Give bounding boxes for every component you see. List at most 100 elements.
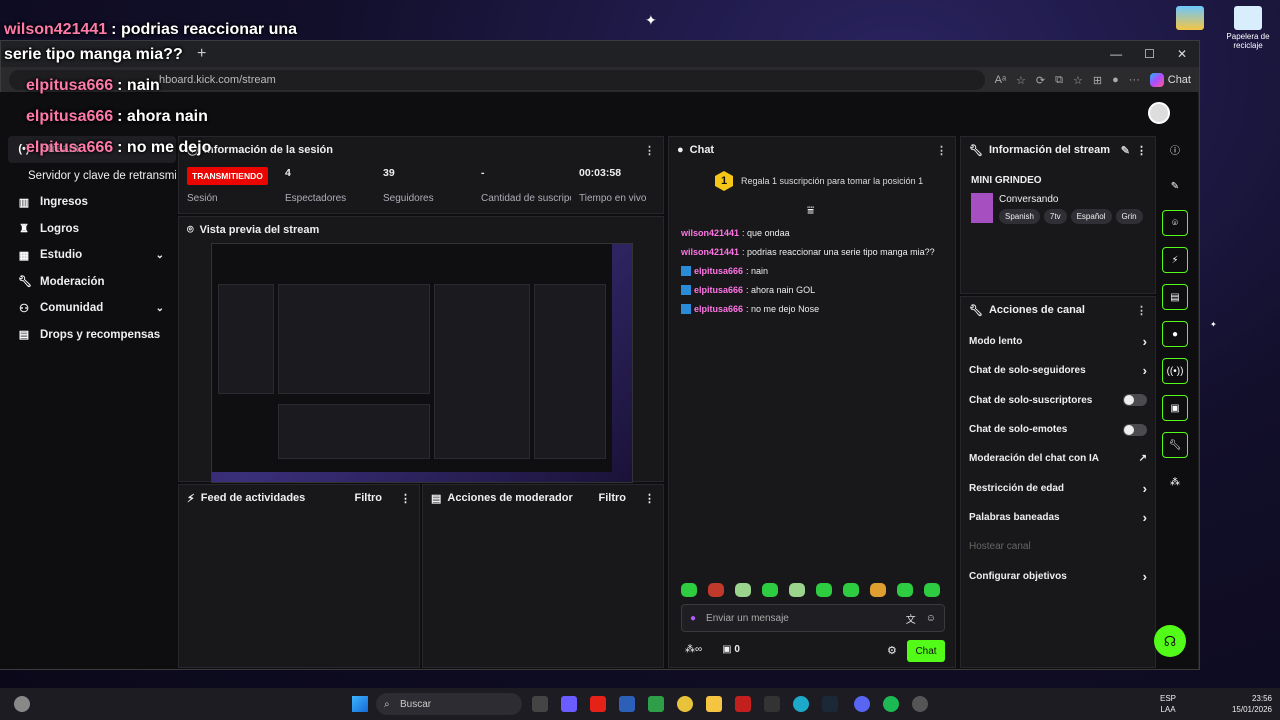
category-name[interactable]: Conversando (999, 194, 1058, 205)
support-button[interactable]: ☊ (1154, 625, 1186, 657)
steam-icon[interactable] (822, 696, 838, 712)
word-icon[interactable] (619, 696, 635, 712)
wrench-toggle-icon[interactable]: 🔧︎ (1162, 432, 1188, 458)
profile-icon[interactable]: ● (1112, 74, 1119, 86)
stream-preview-video[interactable] (211, 243, 633, 483)
action-ai-moderation[interactable]: Moderación del chat con IA ↗ (961, 444, 1155, 473)
task-view-icon[interactable] (532, 696, 548, 712)
sidebar-item-drops[interactable]: ▤ Drops y recompensas (8, 322, 176, 349)
action-slow-mode[interactable]: Modo lento › (961, 327, 1155, 356)
copilot-app-icon[interactable] (561, 696, 577, 712)
send-chat-button[interactable]: Chat (907, 640, 945, 662)
emote-icon[interactable] (816, 583, 832, 597)
emote-icon[interactable] (708, 583, 724, 597)
tag-chip[interactable]: 7tv (1043, 209, 1067, 224)
activity-toggle-icon[interactable]: ⚡︎ (1162, 247, 1188, 273)
more-options-icon[interactable]: ⋮ (1136, 144, 1147, 157)
youtube-icon[interactable] (590, 696, 606, 712)
emotes-only-toggle[interactable] (1123, 423, 1147, 436)
settings-icon[interactable]: ⚙ (887, 644, 897, 657)
emoji-icon[interactable]: ☺ (926, 613, 936, 624)
emote-icon[interactable] (843, 583, 859, 597)
system-clock[interactable]: 23:56 15/01/2026 (1232, 693, 1272, 715)
collections-icon[interactable]: ⊞ (1093, 74, 1102, 87)
read-aloud-icon[interactable]: Aᵃ (995, 74, 1006, 86)
sidebar-item-stream-key[interactable]: Servidor y clave de retransmisión (8, 163, 176, 190)
split-screen-icon[interactable]: ⧉ (1055, 74, 1063, 87)
add-widget-icon[interactable]: ⁂ (1162, 469, 1188, 495)
close-icon[interactable]: ✕ (1177, 47, 1187, 61)
more-icon[interactable]: ··· (1129, 74, 1140, 86)
emote-icon[interactable] (897, 583, 913, 597)
infinity-icon[interactable]: ⁂∞ (685, 644, 702, 655)
tag-chip[interactable]: Spanish (999, 209, 1040, 224)
action-age-restriction[interactable]: Restricción de edad › (961, 473, 1155, 502)
edit-icon[interactable]: ✎ (1162, 173, 1188, 199)
favorites-icon[interactable]: ☆ (1073, 74, 1083, 87)
tag-chip[interactable]: Español (1070, 209, 1112, 224)
subs-only-toggle[interactable] (1123, 394, 1147, 407)
emote-icon[interactable] (735, 583, 751, 597)
chat-username[interactable]: elpitusa666 (694, 285, 743, 295)
filter-button[interactable]: Filtro (355, 492, 383, 504)
minimize-icon[interactable]: — (1110, 47, 1122, 61)
microphone-icon[interactable]: ● (690, 613, 696, 624)
preview-toggle-icon[interactable]: ⌾ (1162, 210, 1188, 236)
tag-chip[interactable]: Grin (1115, 209, 1143, 224)
edit-icon[interactable]: ✎ (1121, 144, 1130, 157)
action-banned-words[interactable]: Palabras baneadas › (961, 503, 1155, 532)
chat-input[interactable]: ● Enviar un mensaje 文 ☺ (681, 604, 945, 632)
copilot-button[interactable]: Chat (1149, 73, 1191, 87)
sidebar-item-logros[interactable]: ♜ Logros (8, 216, 176, 243)
language-indicator[interactable]: ESP LAA (1160, 693, 1176, 715)
chrome-icon[interactable] (677, 696, 693, 712)
category-thumbnail[interactable] (971, 193, 993, 223)
mod-log-toggle-icon[interactable]: ▤ (1162, 284, 1188, 310)
more-options-icon[interactable]: ⋮ (644, 144, 655, 157)
chat-username[interactable]: elpitusa666 (694, 266, 743, 276)
more-options-icon[interactable]: ⋮ (644, 492, 655, 505)
translate-icon[interactable]: 文 (906, 611, 916, 626)
sidebar-item-ingresos[interactable]: ▥ Ingresos (8, 189, 176, 216)
favorite-icon[interactable]: ☆ (1016, 74, 1026, 87)
calendar-icon[interactable] (648, 696, 664, 712)
action-set-goals[interactable]: Configurar objetivos › (961, 561, 1155, 590)
obs-icon[interactable] (912, 696, 928, 712)
chat-toggle-icon[interactable]: ● (1162, 321, 1188, 347)
spotify-icon[interactable] (883, 696, 899, 712)
maximize-icon[interactable]: ☐ (1144, 47, 1155, 61)
chat-username[interactable]: wilson421441 (681, 228, 739, 238)
widgets-icon[interactable] (14, 696, 30, 712)
windows-start-icon[interactable] (352, 696, 368, 712)
emote-icon[interactable] (789, 583, 805, 597)
gift-leaderboard-banner[interactable]: 1 Regala 1 suscripción para tomar la pos… (715, 171, 923, 191)
collapse-icon[interactable]: ⩸ (807, 203, 814, 218)
action-followers-only[interactable]: Chat de solo-seguidores › (961, 356, 1155, 385)
sidebar-item-comunidad[interactable]: ⚇ Comunidad ⌄ (8, 295, 176, 322)
sidebar-item-moderacion[interactable]: 🔧︎ Moderación (8, 269, 176, 296)
emote-icon[interactable] (870, 583, 886, 597)
info-icon[interactable]: ⓘ (1162, 136, 1188, 162)
more-options-icon[interactable]: ⋮ (400, 492, 411, 505)
storage-toggle-icon[interactable]: ▣ (1162, 395, 1188, 421)
points-display[interactable]: ▣ 0 (722, 644, 740, 655)
file-explorer-icon[interactable] (706, 696, 722, 712)
taskbar-search[interactable]: ⌕ Buscar (376, 693, 522, 715)
chat-username[interactable]: elpitusa666 (694, 304, 743, 314)
extensions-icon[interactable]: ⟳ (1036, 74, 1045, 87)
more-options-icon[interactable]: ⋮ (936, 144, 947, 157)
more-options-icon[interactable]: ⋮ (1136, 304, 1147, 317)
emote-icon[interactable] (762, 583, 778, 597)
filter-button[interactable]: Filtro (599, 492, 627, 504)
chat-username[interactable]: wilson421441 (681, 247, 739, 257)
edge-icon[interactable] (793, 696, 809, 712)
filezilla-icon[interactable] (735, 696, 751, 712)
discord-icon[interactable] (854, 696, 870, 712)
desktop-app-icon[interactable] (1162, 6, 1218, 32)
terminal-icon[interactable] (764, 696, 780, 712)
recycle-bin-icon[interactable]: Papelera de reciclaje (1220, 6, 1276, 50)
user-avatar[interactable] (1148, 102, 1170, 124)
emote-icon[interactable] (924, 583, 940, 597)
emote-icon[interactable] (681, 583, 697, 597)
broadcast-toggle-icon[interactable]: ((•)) (1162, 358, 1188, 384)
